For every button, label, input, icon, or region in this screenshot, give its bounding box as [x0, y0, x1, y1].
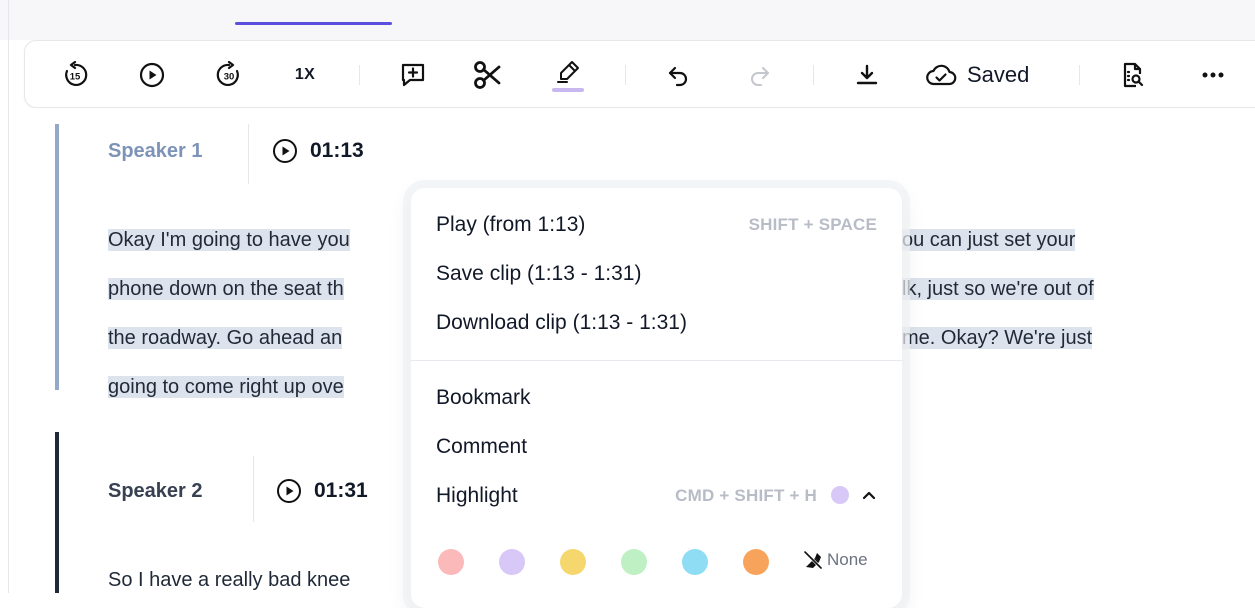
- tab-bar: [0, 0, 1255, 40]
- toolbar-divider: [813, 65, 814, 85]
- transcript-search-button[interactable]: [1113, 41, 1153, 109]
- timestamp-text: 01:31: [314, 479, 368, 502]
- highlight-color-none[interactable]: None: [803, 550, 868, 570]
- saved-label: Saved: [967, 62, 1030, 87]
- forward-30-button[interactable]: 30: [209, 41, 249, 109]
- highlighter-icon: [557, 60, 579, 83]
- transcript-line: me. Okay? We're just: [902, 327, 1093, 349]
- highlight-tool-button[interactable]: [548, 41, 588, 109]
- save-status[interactable]: Saved: [925, 41, 1065, 109]
- transcript-line: ou can just set your: [902, 229, 1076, 251]
- menu-item-save-clip[interactable]: Save clip (1:13 - 1:31): [436, 262, 641, 286]
- highlight-color-purple[interactable]: [499, 549, 525, 575]
- undo-icon: [668, 66, 688, 87]
- segment-accent-bar: [55, 432, 59, 593]
- transcript-line: lk, just so we're out of: [902, 278, 1094, 300]
- speaker-label[interactable]: Speaker 1: [108, 140, 203, 163]
- highlight-shortcut: CMD + SHIFT + H: [675, 486, 817, 505]
- more-icon: [1202, 72, 1224, 78]
- toolbar-divider: [359, 65, 360, 85]
- player-toolbar: 15 30 1X Saved: [24, 40, 1255, 108]
- current-highlight-color: [831, 486, 849, 504]
- menu-item-bookmark[interactable]: Bookmark: [436, 386, 531, 410]
- toolbar-divider: [1079, 65, 1080, 85]
- svg-text:30: 30: [224, 72, 235, 83]
- segment-divider: [253, 456, 254, 522]
- menu-item-download-clip[interactable]: Download clip (1:13 - 1:31): [436, 311, 687, 335]
- play-icon: [277, 479, 301, 503]
- segment-timestamp[interactable]: 01:31: [276, 478, 368, 504]
- none-label: None: [827, 550, 868, 569]
- divider: [8, 0, 9, 593]
- speaker-label[interactable]: Speaker 2: [108, 480, 203, 503]
- selection-context-menu: Play (from 1:13) SHIFT + SPACE Save clip…: [411, 188, 902, 608]
- rewind-15-button[interactable]: 15: [55, 41, 95, 109]
- undo-button[interactable]: [658, 41, 698, 109]
- highlight-color-green[interactable]: [621, 549, 647, 575]
- playback-speed-button[interactable]: 1X: [285, 41, 325, 109]
- scissors-icon: [474, 61, 501, 89]
- download-icon: [856, 64, 878, 85]
- no-highlight-icon: [803, 550, 823, 570]
- highlight-color-orange[interactable]: [743, 549, 769, 575]
- add-comment-button[interactable]: [393, 41, 433, 109]
- svg-text:15: 15: [70, 72, 81, 83]
- clip-button[interactable]: [468, 41, 508, 109]
- highlight-color-yellow[interactable]: [560, 549, 586, 575]
- highlight-color-underline: [552, 87, 584, 92]
- transcript-search-icon: [1123, 62, 1144, 88]
- highlight-color-blue[interactable]: [682, 549, 708, 575]
- menu-item-comment[interactable]: Comment: [436, 435, 527, 459]
- play-icon: [273, 139, 297, 163]
- add-comment-icon: [401, 63, 425, 87]
- forward-30-icon: 30: [216, 61, 239, 86]
- rewind-15-icon: 15: [65, 61, 88, 86]
- segment-timestamp[interactable]: 01:13: [272, 138, 364, 164]
- play-shortcut: SHIFT + SPACE: [748, 215, 877, 234]
- chevron-up-icon[interactable]: [859, 485, 879, 505]
- transcript-line: the roadway. Go ahead an: [108, 327, 343, 349]
- play-button[interactable]: [132, 41, 172, 109]
- redo-icon: [751, 67, 769, 86]
- transcript-line: going to come right up ove: [108, 376, 344, 398]
- menu-divider: [411, 360, 902, 361]
- transcript-line: So I have a really bad knee: [108, 569, 351, 591]
- cloud-saved-icon: [926, 64, 957, 86]
- segment-accent-bar: [55, 124, 59, 390]
- toolbar-divider: [625, 65, 626, 85]
- menu-item-highlight[interactable]: Highlight: [436, 484, 518, 508]
- redo-button[interactable]: [740, 41, 780, 109]
- play-icon: [139, 62, 165, 88]
- more-options-button[interactable]: [1193, 41, 1233, 109]
- timestamp-text: 01:13: [310, 139, 364, 162]
- active-tab-indicator: [235, 22, 392, 25]
- segment-divider: [248, 124, 249, 184]
- highlight-color-red[interactable]: [438, 549, 464, 575]
- transcript-line: phone down on the seat th: [108, 278, 344, 300]
- transcript-line: Okay I'm going to have you: [108, 229, 350, 251]
- menu-item-play[interactable]: Play (from 1:13): [436, 213, 585, 237]
- download-button[interactable]: [847, 41, 887, 109]
